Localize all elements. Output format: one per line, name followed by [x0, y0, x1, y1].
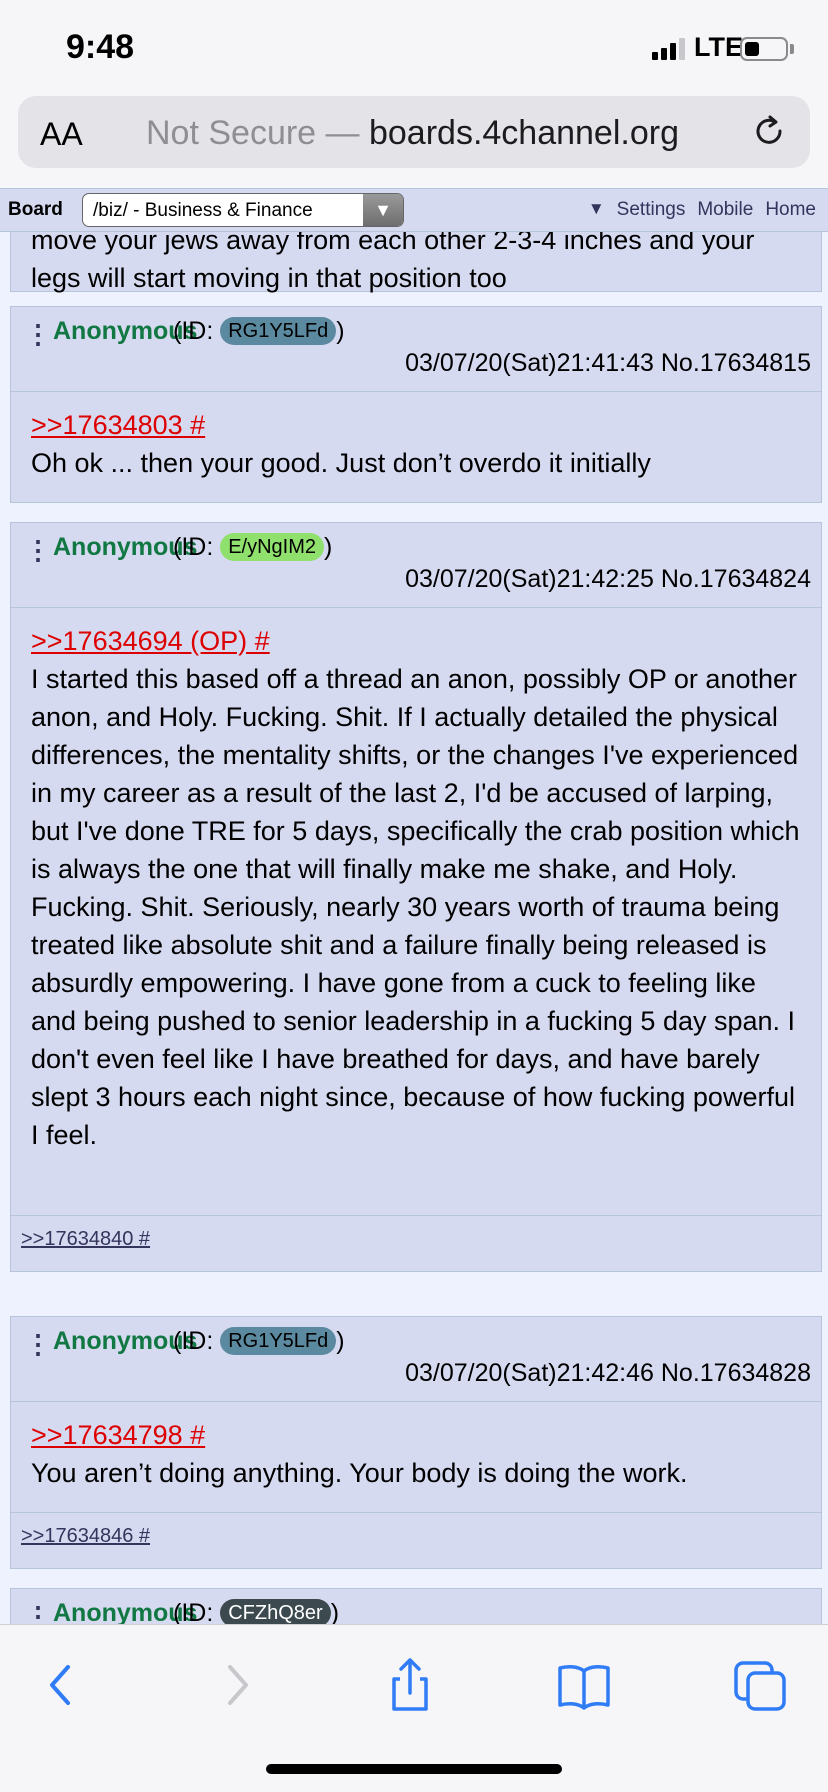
board-select[interactable]: /biz/ - Business & Finance ▼ [82, 193, 404, 227]
quote-link[interactable]: >>17634694 (OP) # [31, 622, 801, 660]
reply-post: ⋮ Anonymous (ID: RG1Y5LFd) 03/07/20(Sat)… [10, 306, 822, 503]
board-select-value: /biz/ - Business & Finance [93, 200, 313, 221]
status-time: 9:48 [66, 28, 135, 66]
settings-link[interactable]: Settings [617, 199, 686, 221]
thread-content[interactable]: move your jews away from each other 2-3-… [0, 232, 828, 1624]
poster-id-prefix: (ID: [173, 1327, 221, 1355]
reload-icon[interactable] [752, 114, 788, 150]
poster-id-suffix: ) [330, 1599, 340, 1624]
share-icon[interactable] [380, 1655, 440, 1715]
board-navigation-bar: Board /biz/ - Business & Finance ▼ ▼ Set… [0, 188, 828, 232]
poster-id: (ID: E/yNgIM2) [173, 533, 332, 562]
post-body: >>17634803 # Oh ok ... then your good. J… [11, 391, 821, 502]
security-label: Not Secure — [146, 114, 360, 152]
poster-id-tag[interactable]: E/yNgIM2 [220, 533, 325, 561]
post-menu-icon[interactable]: ⋮ [25, 1601, 51, 1624]
post-menu-icon[interactable]: ⋮ [25, 535, 51, 566]
poster-id: (ID: RG1Y5LFd) [173, 1327, 345, 1356]
battery-tip [790, 44, 794, 54]
post-text: Oh ok ... then your good. Just don’t ove… [31, 448, 651, 478]
quote-link[interactable]: >>17634803 # [31, 406, 801, 444]
board-label: Board [8, 199, 63, 220]
text-size-button[interactable]: AA [40, 116, 83, 153]
address-bar[interactable]: AA Not Secure — boards.4channel.org [18, 96, 810, 168]
post-body-truncated: move your jews away from each other 2-3-… [10, 232, 822, 293]
back-icon[interactable] [32, 1655, 92, 1715]
tabs-icon[interactable] [730, 1655, 790, 1715]
forward-icon[interactable] [206, 1655, 266, 1715]
address-bar-container: AA Not Secure — boards.4channel.org [0, 92, 828, 188]
post-header: ⋮ Anonymous (ID: E/yNgIM2) 03/07/20(Sat)… [11, 523, 821, 607]
bookmarks-icon[interactable] [554, 1655, 614, 1715]
home-link[interactable]: Home [765, 199, 816, 221]
post-header: ⋮ Anonymous (ID: CFZhQ8er) [11, 1589, 821, 1624]
battery-icon [740, 37, 788, 61]
quote-link[interactable]: >>17634798 # [31, 1416, 801, 1454]
poster-id-prefix: (ID: [173, 317, 221, 345]
reply-post: ⋮ Anonymous (ID: CFZhQ8er) [10, 1588, 822, 1624]
backlink[interactable]: >>17634846 # [11, 1512, 821, 1568]
poster-id-tag[interactable]: RG1Y5LFd [220, 1327, 337, 1355]
mobile-link[interactable]: Mobile [697, 199, 753, 221]
post-text: You aren’t doing anything. Your body is … [31, 1458, 688, 1488]
settings-triangle-icon[interactable]: ▼ [588, 199, 605, 221]
signal-icon [652, 36, 685, 60]
reply-post: ⋮ Anonymous (ID: RG1Y5LFd) 03/07/20(Sat)… [10, 1316, 822, 1569]
post-meta[interactable]: 03/07/20(Sat)21:42:25 No.17634824 [405, 565, 811, 594]
post-menu-icon[interactable]: ⋮ [25, 1329, 51, 1360]
post-header: ⋮ Anonymous (ID: RG1Y5LFd) 03/07/20(Sat)… [11, 307, 821, 391]
poster-id-suffix: ) [336, 1327, 345, 1355]
post-text: I started this based off a thread an ano… [31, 664, 800, 1150]
post-body: >>17634694 (OP) # I started this based o… [11, 607, 821, 1215]
poster-id-prefix: (ID: [173, 533, 221, 561]
post-header: ⋮ Anonymous (ID: RG1Y5LFd) 03/07/20(Sat)… [11, 1317, 821, 1401]
poster-id-suffix: ) [324, 533, 333, 561]
reply-post: ⋮ Anonymous (ID: E/yNgIM2) 03/07/20(Sat)… [10, 522, 822, 1272]
poster-id-suffix: ) [336, 317, 345, 345]
post-meta[interactable]: 03/07/20(Sat)21:41:43 No.17634815 [405, 349, 811, 378]
poster-id-tag[interactable]: CFZhQ8er [220, 1599, 331, 1624]
post-meta[interactable]: 03/07/20(Sat)21:42:46 No.17634828 [405, 1359, 811, 1388]
board-links: ▼ Settings Mobile Home [588, 199, 816, 221]
status-bar: 9:48 LTE [0, 0, 828, 92]
post-body: >>17634798 # You aren’t doing anything. … [11, 1401, 821, 1512]
url-host: boards.4channel.org [368, 114, 679, 152]
poster-id-prefix: (ID: [173, 1599, 221, 1624]
post-menu-icon[interactable]: ⋮ [25, 319, 51, 350]
backlink[interactable]: >>17634840 # [11, 1215, 821, 1271]
poster-id: (ID: CFZhQ8er) [173, 1599, 339, 1624]
poster-id: (ID: RG1Y5LFd) [173, 317, 345, 346]
poster-id-tag[interactable]: RG1Y5LFd [220, 317, 337, 345]
chevron-down-icon[interactable]: ▼ [363, 194, 403, 226]
url-display[interactable]: Not Secure — boards.4channel.org [146, 114, 679, 153]
home-indicator[interactable] [266, 1764, 562, 1774]
network-label: LTE [694, 32, 743, 62]
